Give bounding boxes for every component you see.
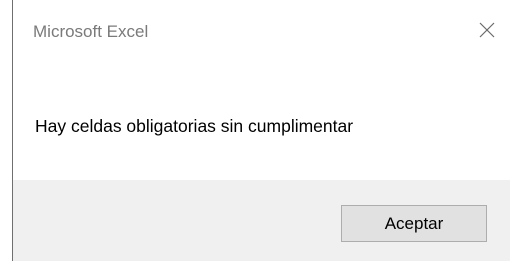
dialog-message: Hay celdas obligatorias sin cumplimentar (35, 116, 354, 136)
close-button[interactable] (464, 10, 510, 50)
title-bar[interactable]: Microsoft Excel (13, 0, 510, 68)
button-bar: Aceptar (13, 180, 510, 261)
message-dialog: Microsoft Excel Hay celdas obligatorias … (0, 0, 510, 261)
message-area: Hay celdas obligatorias sin cumplimentar (13, 68, 510, 180)
accept-button[interactable]: Aceptar (341, 205, 487, 242)
close-icon (479, 22, 495, 38)
dialog-title: Microsoft Excel (33, 22, 149, 41)
